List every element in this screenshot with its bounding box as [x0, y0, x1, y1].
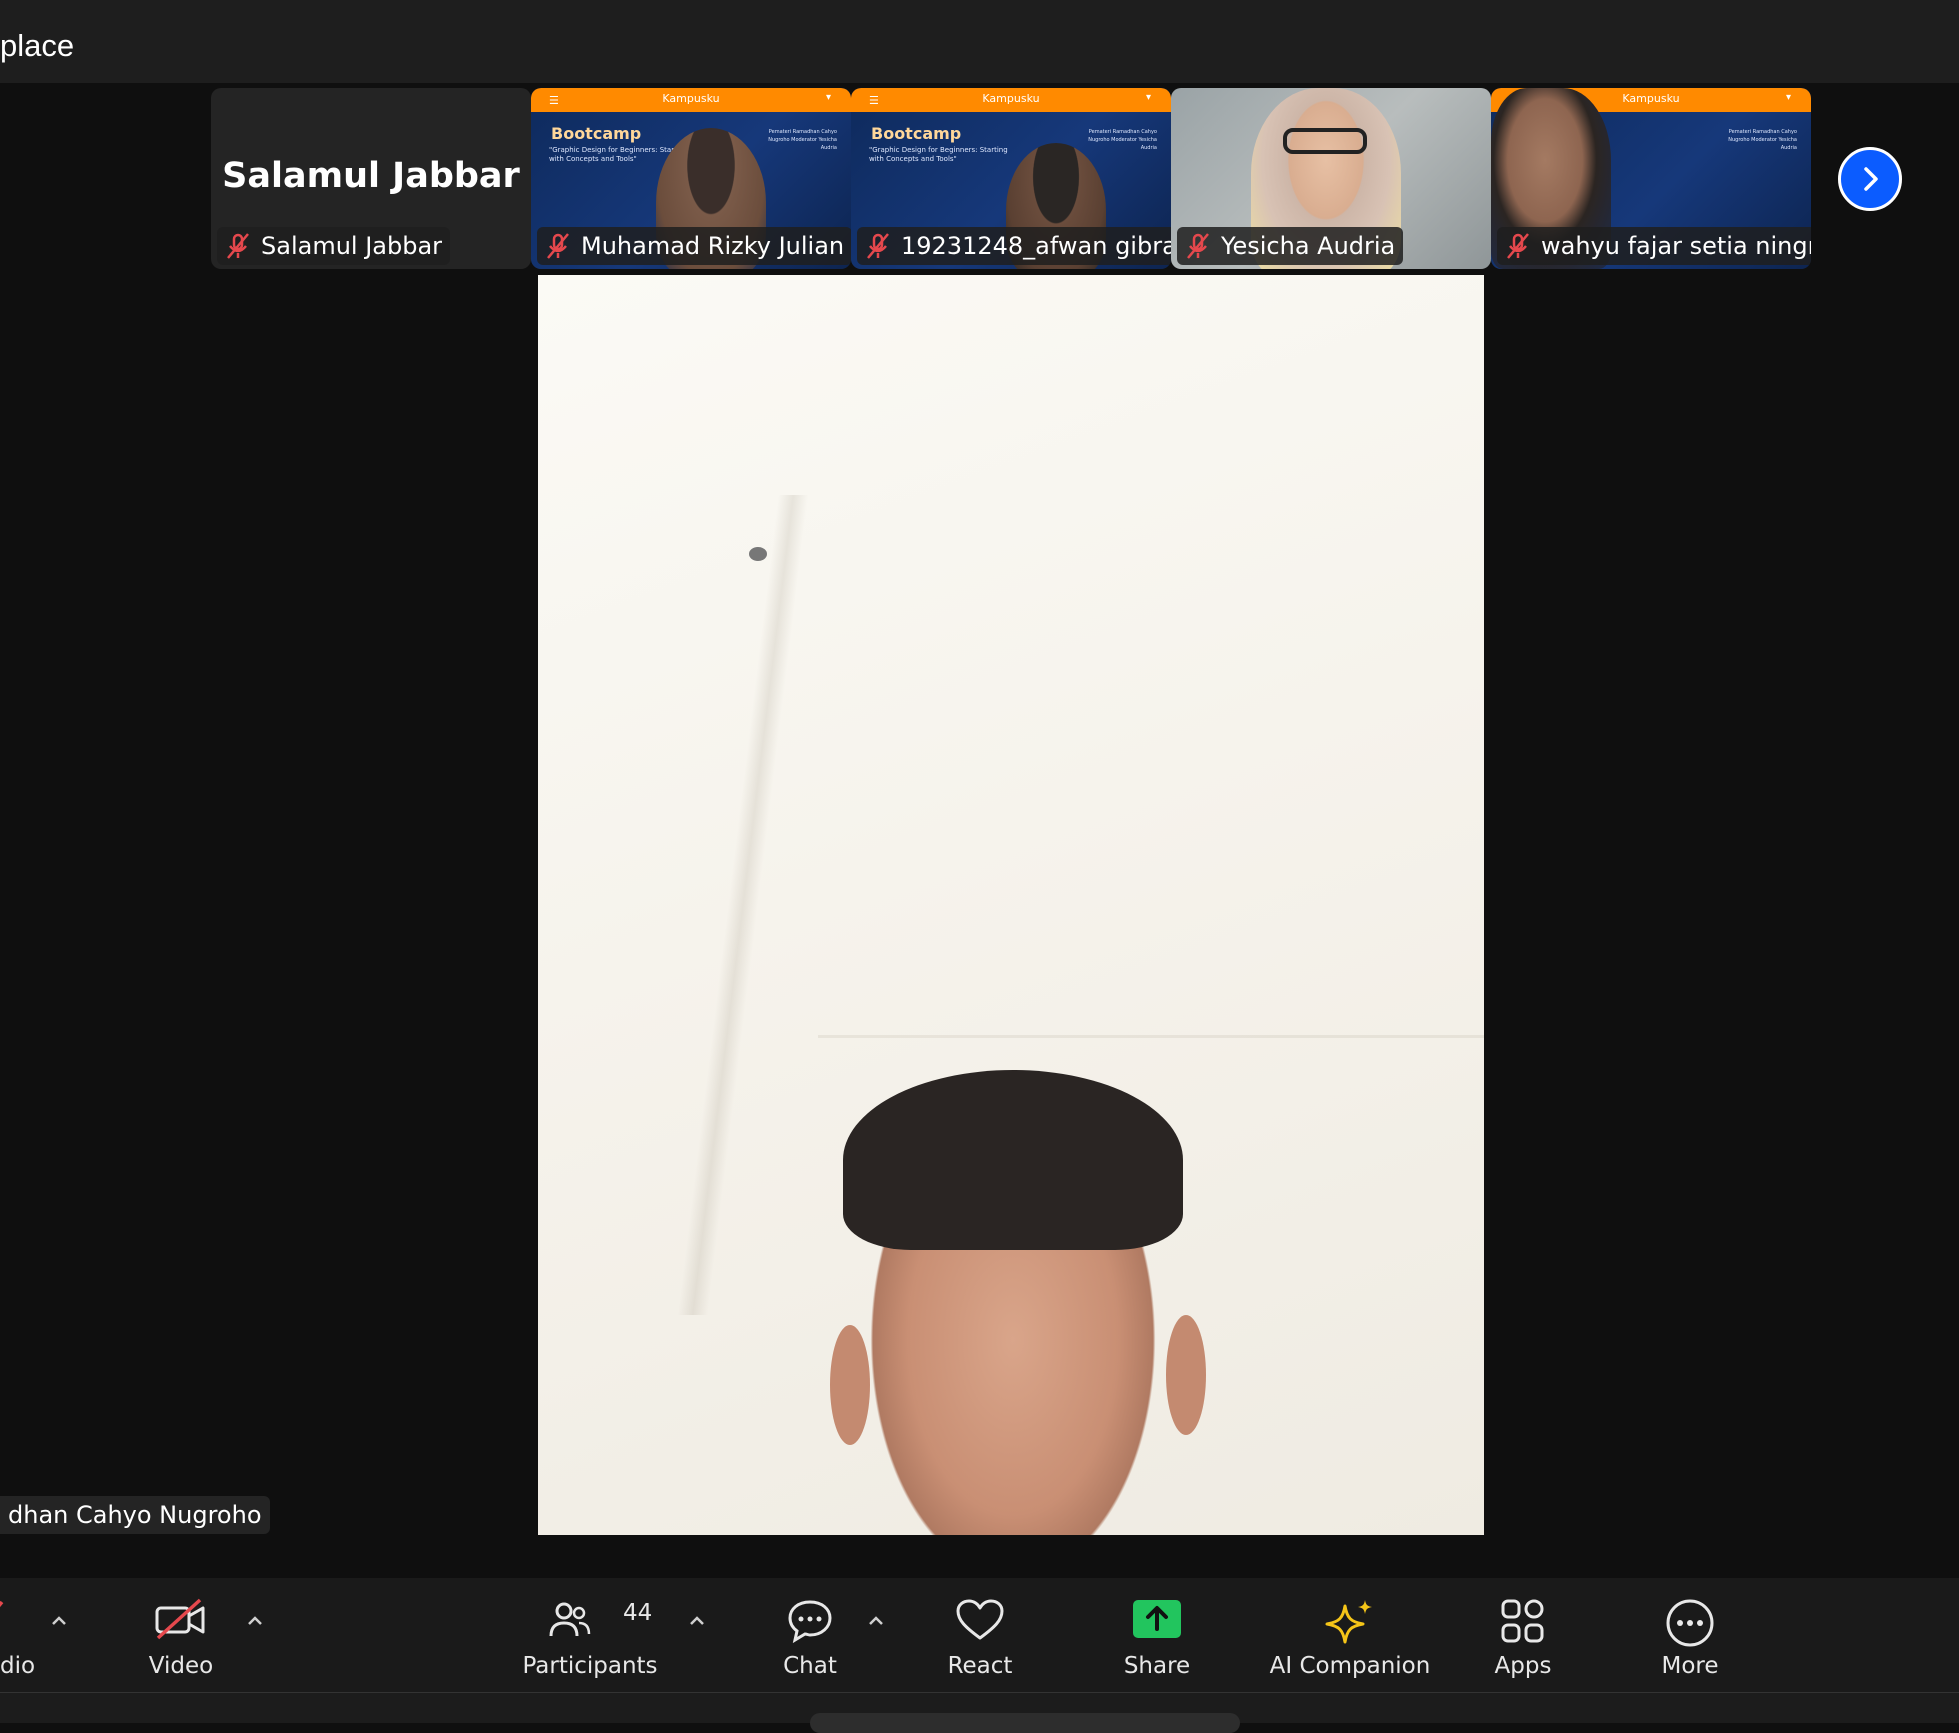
share-button[interactable]: Share [1117, 1578, 1197, 1692]
apps-button[interactable]: Apps [1483, 1578, 1563, 1692]
apps-icon [1501, 1599, 1544, 1643]
participant-tile-wahyu[interactable]: Kampusku ▾ Pemateri Ramadhan Cahyo Nugro… [1491, 88, 1811, 269]
wall-fixture [749, 547, 767, 561]
slide-speakers: Pemateri Ramadhan Cahyo Nugroho Moderato… [768, 129, 837, 151]
participant-nametag: Salamul Jabbar [217, 227, 451, 265]
share-screen-icon [1133, 1600, 1181, 1638]
video-button[interactable]: Video [136, 1578, 226, 1692]
chat-button[interactable]: Chat [770, 1578, 850, 1692]
heart-icon [956, 1599, 1004, 1640]
more-label: More [1661, 1653, 1719, 1679]
slide-speakers: Pemateri Ramadhan Cahyo Nugroho Moderato… [1728, 129, 1797, 151]
chevron-up-icon[interactable] [244, 1610, 266, 1632]
video-label: Video [148, 1653, 214, 1679]
participants-icon [549, 1602, 591, 1637]
meeting-toolbar: dio Video 44 Participants Chat React Sha… [0, 1578, 1959, 1692]
chevron-up-icon[interactable] [865, 1610, 887, 1632]
participant-nametag: 19231248_afwan gibran [857, 227, 1171, 265]
slide-title: Bootcamp [551, 124, 642, 143]
chat-label: Chat [783, 1653, 837, 1679]
chevron-right-icon [1864, 167, 1878, 191]
mic-muted-icon [0, 1600, 4, 1608]
glasses-icon [1283, 128, 1367, 154]
speaker-hair [843, 1070, 1183, 1250]
participant-tile-yesicha[interactable]: Yesicha Audria [1171, 88, 1491, 269]
participant-nametag: Yesicha Audria [1177, 227, 1404, 265]
share-label: Share [1123, 1653, 1191, 1679]
participants-label: Participants [522, 1653, 658, 1679]
floor-edge [818, 1035, 1484, 1038]
chevron-down-icon: ▾ [1785, 92, 1791, 103]
sparkle-icon [1325, 1600, 1372, 1644]
mic-muted-icon [1187, 233, 1209, 259]
active-speaker-nametag: dhan Cahyo Nugroho [0, 1496, 270, 1534]
more-button[interactable]: More [1650, 1578, 1730, 1692]
chevron-up-icon[interactable] [48, 1610, 70, 1632]
participant-name: Salamul Jabbar [261, 232, 443, 260]
participant-name: wahyu fajar setia ningrat [1541, 232, 1811, 260]
audio-button[interactable]: dio [0, 1578, 40, 1692]
participant-name: Yesicha Audria [1221, 232, 1396, 260]
participant-tile-salamul[interactable]: Salamul Jabbar Salamul Jabbar [211, 88, 531, 269]
mic-muted-icon [227, 233, 249, 259]
slide-title: Bootcamp [871, 124, 962, 143]
speaker-ear-left [830, 1325, 870, 1445]
os-taskbar [0, 1692, 1959, 1733]
mic-muted-icon [547, 233, 569, 259]
audio-label: dio [0, 1653, 36, 1679]
more-icon [1666, 1599, 1714, 1647]
participant-name: 19231248_afwan gibran [901, 232, 1171, 260]
ai-companion-button[interactable]: AI Companion [1265, 1578, 1435, 1692]
slide-brand: Kampusku [982, 92, 1040, 105]
slide-subtitle: "Graphic Design for Beginners: Starting … [869, 146, 1008, 163]
slide-brand: Kampusku [662, 92, 720, 105]
ai-companion-label: AI Companion [1269, 1653, 1431, 1679]
participant-tile-rizky[interactable]: ☰ Kampusku ▾ Bootcamp "Graphic Design fo… [531, 88, 851, 269]
taskbar-search[interactable] [810, 1713, 1240, 1733]
window-titlebar: place [0, 0, 1959, 83]
active-speaker-video[interactable] [538, 275, 1484, 1535]
mic-muted-icon [867, 233, 889, 259]
participant-display-name: Salamul Jabbar [222, 156, 520, 196]
next-page-button[interactable] [1838, 147, 1902, 211]
chevron-down-icon: ▾ [1145, 92, 1151, 103]
speaker-ear-right [1166, 1315, 1206, 1435]
participant-nametag: Muhamad Rizky Julian [537, 227, 851, 265]
mic-muted-icon [1507, 233, 1529, 259]
apps-label: Apps [1494, 1653, 1552, 1679]
participants-count: 44 [623, 1600, 653, 1626]
participants-button[interactable]: 44 Participants [520, 1578, 660, 1692]
participant-name: Muhamad Rizky Julian [581, 232, 845, 260]
react-label: React [947, 1653, 1013, 1679]
participant-tile-afwan[interactable]: ☰ Kampusku ▾ Bootcamp "Graphic Design fo… [851, 88, 1171, 269]
video-off-icon [155, 1598, 205, 1640]
window-title: place [0, 28, 75, 63]
wall-corner-shading [677, 495, 809, 1315]
participant-nametag: wahyu fajar setia ningrat [1497, 227, 1811, 265]
chevron-up-icon[interactable] [686, 1610, 708, 1632]
chat-icon [788, 1600, 832, 1644]
slide-speakers: Pemateri Ramadhan Cahyo Nugroho Moderato… [1088, 129, 1157, 151]
react-button[interactable]: React [940, 1578, 1020, 1692]
chevron-down-icon: ▾ [825, 92, 831, 103]
